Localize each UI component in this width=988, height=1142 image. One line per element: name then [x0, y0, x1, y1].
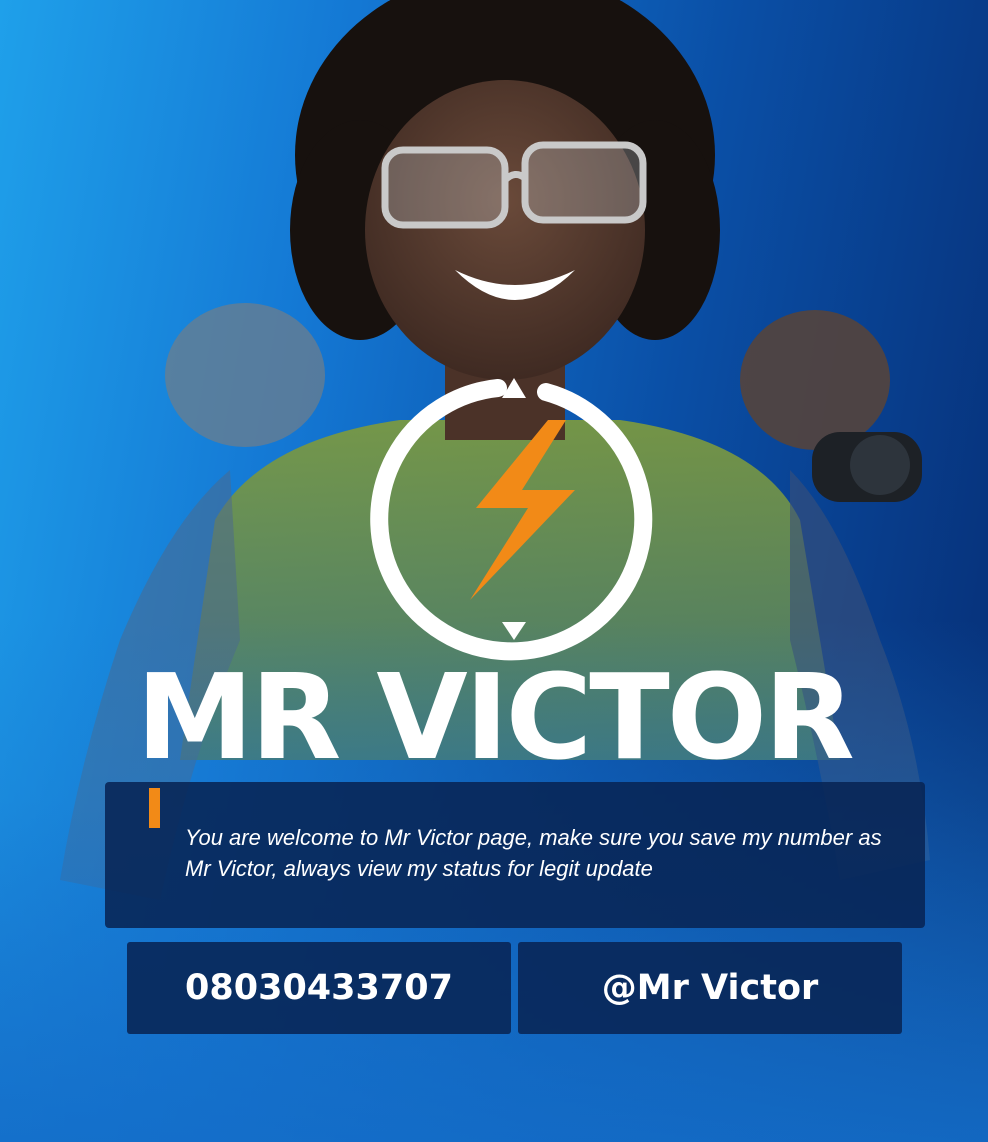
social-handle-badge[interactable]: @Mr Victor — [518, 942, 902, 1034]
right-fist-shape — [740, 310, 890, 450]
phone-number-badge[interactable]: 08030433707 — [127, 942, 511, 1034]
brand-title: MR VICTOR — [136, 648, 855, 786]
welcome-message-box: You are welcome to Mr Victor page, make … — [105, 782, 925, 928]
accent-bar — [149, 788, 160, 828]
welcome-message-text: You are welcome to Mr Victor page, make … — [185, 825, 882, 881]
left-fist-shape — [165, 303, 325, 447]
face-shape — [365, 80, 645, 380]
